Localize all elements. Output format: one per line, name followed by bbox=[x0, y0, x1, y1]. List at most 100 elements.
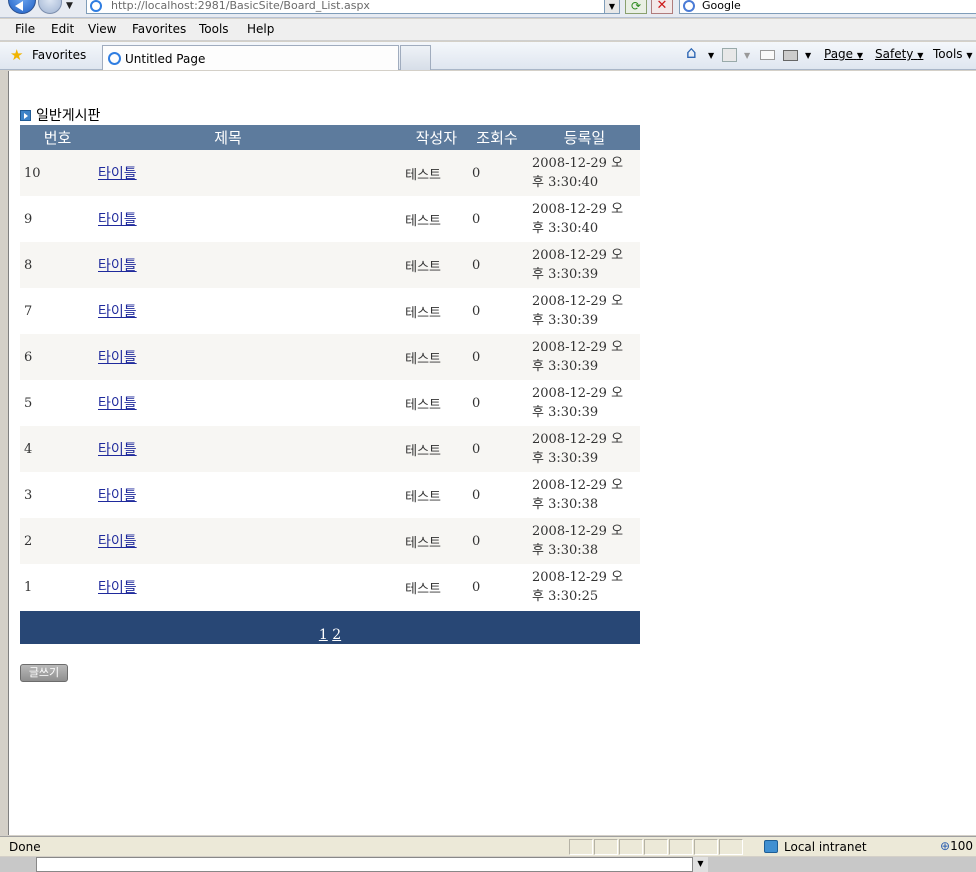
cell-no: 4 bbox=[20, 426, 95, 472]
cell-no: 7 bbox=[20, 288, 95, 334]
table-row: 9 타이틀 테스트 0 2008-12-29 오후 3:30:40 bbox=[20, 196, 640, 242]
search-input[interactable]: Google bbox=[679, 0, 976, 14]
column-header-views: 조회수 bbox=[465, 125, 529, 150]
table-row: 5 타이틀 테스트 0 2008-12-29 오후 3:30:39 bbox=[20, 380, 640, 426]
feeds-icon[interactable] bbox=[722, 48, 737, 62]
cell-title: 타이틀 bbox=[95, 426, 361, 472]
address-dropdown-icon[interactable]: ▼ bbox=[604, 0, 620, 14]
date-line-1: 2008-12-29 오 bbox=[532, 386, 624, 401]
print-dropdown-icon[interactable]: ▼ bbox=[805, 51, 811, 60]
table-row: 1 타이틀 테스트 0 2008-12-29 오후 3:30:25 bbox=[20, 564, 640, 610]
status-pane bbox=[669, 839, 693, 855]
menu-edit[interactable]: Edit bbox=[51, 22, 74, 36]
post-title-link[interactable]: 타이틀 bbox=[98, 442, 137, 458]
security-zone[interactable]: Local intranet bbox=[762, 839, 936, 855]
tools-menu[interactable]: Tools ▼ bbox=[933, 47, 973, 61]
cell-writer: 테스트 bbox=[361, 288, 465, 334]
cell-title: 타이틀 bbox=[95, 472, 361, 518]
address-url: http://localhost:2981/BasicSite/Board_Li… bbox=[111, 0, 370, 12]
menu-view[interactable]: View bbox=[88, 22, 116, 36]
date-line-2: 후 3:30:40 bbox=[532, 175, 599, 190]
cell-writer: 테스트 bbox=[361, 564, 465, 610]
tools-menu-label: Tools bbox=[933, 47, 963, 61]
favorites-label: Favorites bbox=[32, 48, 87, 62]
menu-tools[interactable]: Tools bbox=[199, 22, 229, 36]
date-line-2: 후 3:30:39 bbox=[532, 313, 599, 328]
home-icon[interactable] bbox=[686, 43, 701, 63]
menu-help[interactable]: Help bbox=[247, 22, 274, 36]
cell-views: 0 bbox=[465, 380, 529, 426]
status-pane bbox=[694, 839, 718, 855]
cell-title: 타이틀 bbox=[95, 242, 361, 288]
date-line-1: 2008-12-29 오 bbox=[532, 340, 624, 355]
forward-button[interactable] bbox=[38, 0, 62, 14]
mail-icon[interactable] bbox=[760, 50, 775, 60]
back-button[interactable] bbox=[8, 0, 36, 14]
cell-date: 2008-12-29 오후 3:30:39 bbox=[529, 426, 640, 472]
pager: 1 2 bbox=[20, 611, 640, 644]
status-bar: Done Local intranet ⊕100 bbox=[0, 836, 976, 856]
post-title-link[interactable]: 타이틀 bbox=[98, 166, 137, 182]
scroll-down-icon[interactable]: ▼ bbox=[692, 857, 708, 872]
post-title-link[interactable]: 타이틀 bbox=[98, 488, 137, 504]
table-row: 7 타이틀 테스트 0 2008-12-29 오후 3:30:39 bbox=[20, 288, 640, 334]
date-line-2: 후 3:30:38 bbox=[532, 497, 599, 512]
status-pane bbox=[644, 839, 668, 855]
background-window-strip: ▼ bbox=[0, 857, 976, 872]
menu-bar: File Edit View Favorites Tools Help bbox=[0, 19, 976, 41]
date-line-2: 후 3:30:40 bbox=[532, 221, 599, 236]
menu-favorites[interactable]: Favorites bbox=[132, 22, 186, 36]
post-title-link[interactable]: 타이틀 bbox=[98, 258, 137, 274]
print-icon[interactable] bbox=[783, 50, 798, 61]
table-header-row: 번호 제목 작성자 조회수 등록일 bbox=[20, 125, 640, 150]
status-pane bbox=[569, 839, 593, 855]
cell-views: 0 bbox=[465, 518, 529, 564]
home-dropdown-icon[interactable]: ▼ bbox=[708, 51, 714, 60]
page-2-link[interactable]: 2 bbox=[332, 627, 341, 643]
cell-views: 0 bbox=[465, 334, 529, 380]
status-pane bbox=[619, 839, 643, 855]
tab-untitled-page[interactable]: Untitled Page bbox=[102, 45, 399, 70]
background-window bbox=[36, 857, 708, 872]
date-line-1: 2008-12-29 오 bbox=[532, 156, 624, 171]
tab-title: Untitled Page bbox=[125, 52, 206, 66]
cell-views: 0 bbox=[465, 196, 529, 242]
post-title-link[interactable]: 타이틀 bbox=[98, 534, 137, 550]
new-tab-button[interactable] bbox=[400, 45, 431, 70]
page-menu[interactable]: Page ▼ bbox=[824, 47, 863, 61]
post-title-link[interactable]: 타이틀 bbox=[98, 580, 137, 596]
cell-date: 2008-12-29 오후 3:30:40 bbox=[529, 196, 640, 242]
pager-numbers: 1 2 bbox=[319, 619, 341, 643]
cell-title: 타이틀 bbox=[95, 288, 361, 334]
refresh-button[interactable]: ⟳ bbox=[625, 0, 647, 14]
page-viewport: 일반게시판 번호 제목 작성자 조회수 등록일 10 타이틀 테스트 0 200… bbox=[8, 71, 976, 835]
post-title-link[interactable]: 타이틀 bbox=[98, 350, 137, 366]
feeds-dropdown-icon[interactable]: ▼ bbox=[744, 51, 750, 60]
safety-menu[interactable]: Safety ▼ bbox=[875, 47, 923, 61]
search-placeholder: Google bbox=[702, 0, 741, 12]
table-row: 4 타이틀 테스트 0 2008-12-29 오후 3:30:39 bbox=[20, 426, 640, 472]
stop-button[interactable]: ✕ bbox=[651, 0, 673, 14]
cell-date: 2008-12-29 오후 3:30:39 bbox=[529, 380, 640, 426]
cell-views: 0 bbox=[465, 288, 529, 334]
date-line-2: 후 3:30:39 bbox=[532, 267, 599, 282]
safety-menu-label: Safety bbox=[875, 47, 914, 61]
date-line-2: 후 3:30:25 bbox=[532, 589, 599, 604]
favorites-bar: ★ Favorites Untitled Page ▼ ▼ ▼ Page ▼ S… bbox=[0, 42, 976, 70]
post-title-link[interactable]: 타이틀 bbox=[98, 212, 137, 228]
history-dropdown-icon[interactable]: ▼ bbox=[66, 1, 73, 11]
post-title-link[interactable]: 타이틀 bbox=[98, 304, 137, 320]
cell-title: 타이틀 bbox=[95, 564, 361, 610]
post-title-link[interactable]: 타이틀 bbox=[98, 396, 137, 412]
menu-file[interactable]: File bbox=[15, 22, 35, 36]
table-row: 8 타이틀 테스트 0 2008-12-29 오후 3:30:39 bbox=[20, 242, 640, 288]
cell-no: 5 bbox=[20, 380, 95, 426]
cell-no: 1 bbox=[20, 564, 95, 610]
cell-writer: 테스트 bbox=[361, 426, 465, 472]
date-line-1: 2008-12-29 오 bbox=[532, 432, 624, 447]
write-button[interactable]: 글쓰기 bbox=[20, 664, 68, 682]
column-header-date: 등록일 bbox=[529, 125, 640, 150]
zoom-control[interactable]: ⊕100 bbox=[940, 839, 976, 855]
date-line-2: 후 3:30:38 bbox=[532, 543, 599, 558]
address-input[interactable]: http://localhost:2981/BasicSite/Board_Li… bbox=[86, 0, 620, 14]
